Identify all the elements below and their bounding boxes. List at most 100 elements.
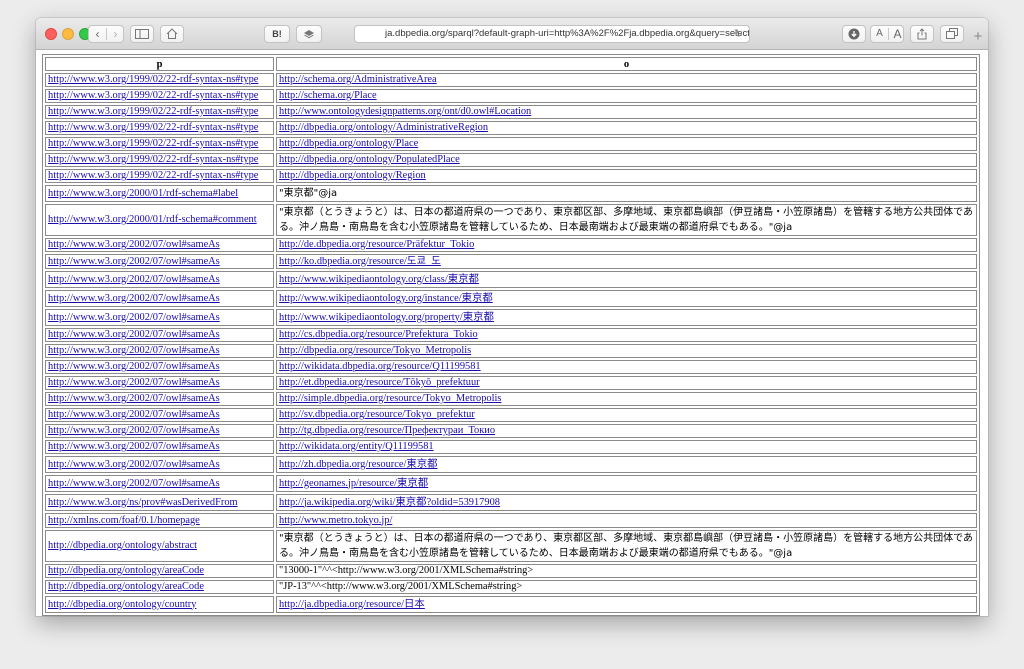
object-link[interactable]: http://cs.dbpedia.org/resource/Prefektur… [279,329,478,340]
share-button[interactable] [910,25,934,43]
text-smaller-button[interactable]: A [871,26,888,42]
object-link[interactable]: http://simple.dbpedia.org/resource/Tokyo… [279,393,501,404]
object-link[interactable]: http://wikidata.org/entity/Q11199581 [279,441,434,452]
predicate-link[interactable]: http://www.w3.org/2002/07/owl#sameAs [48,239,220,250]
predicate-link[interactable]: http://www.w3.org/1999/02/22-rdf-syntax-… [48,74,258,85]
extension-button[interactable] [296,25,322,43]
object-cell: http://schema.org/Place [276,89,977,103]
sidebar-button[interactable] [130,25,154,43]
table-row: http://dbpedia.org/ontology/country http… [45,596,977,613]
predicate-cell: http://www.w3.org/2002/07/owl#sameAs [45,440,274,454]
predicate-link[interactable]: http://www.w3.org/2002/07/owl#sameAs [48,478,220,489]
literal-value: "東京都（とうきょうと）は、日本の都道府県の一つであり、東京都区部、多摩地域、東… [279,207,973,233]
table-row: http://xmlns.com/foaf/0.1/homepage http:… [45,513,977,528]
sidebar-icon [135,29,149,39]
predicate-link[interactable]: http://www.w3.org/1999/02/22-rdf-syntax-… [48,90,258,101]
predicate-link[interactable]: http://www.w3.org/2002/07/owl#sameAs [48,312,220,323]
object-link[interactable]: http://schema.org/Place [279,90,377,101]
object-link[interactable]: http://dbpedia.org/ontology/Region [279,170,426,181]
predicate-cell: http://www.w3.org/2000/01/rdf-schema#lab… [45,185,274,202]
object-cell: "東京都（とうきょうと）は、日本の都道府県の一つであり、東京都区部、多摩地域、東… [276,530,977,562]
text-bigger-button[interactable]: A [889,26,906,42]
forward-icon[interactable]: › [107,26,124,42]
object-link[interactable]: http://geonames.jp/resource/東京都 [279,478,428,489]
tabs-overview-button[interactable] [940,25,964,43]
reload-icon[interactable]: ↻ [734,26,743,42]
predicate-link[interactable]: http://dbpedia.org/ontology/areaCode [48,565,204,576]
back-forward-group: ‹ › [88,25,124,43]
home-icon [166,28,178,39]
predicate-link[interactable]: http://www.w3.org/1999/02/22-rdf-syntax-… [48,154,258,165]
predicate-link[interactable]: http://www.w3.org/2002/07/owl#sameAs [48,274,220,285]
predicate-link[interactable]: http://dbpedia.org/ontology/abstract [48,540,197,551]
table-row: http://www.w3.org/2002/07/owl#sameAs htt… [45,290,977,307]
predicate-link[interactable]: http://www.w3.org/2002/07/owl#sameAs [48,293,220,304]
downloads-button[interactable] [842,25,866,43]
predicate-link[interactable]: http://www.w3.org/2002/07/owl#sameAs [48,409,220,420]
object-link[interactable]: http://ja.wikipedia.org/wiki/東京都?oldid=5… [279,497,500,508]
predicate-link[interactable]: http://www.w3.org/2000/01/rdf-schema#com… [48,214,257,225]
object-link[interactable]: http://www.ontologydesignpatterns.org/on… [279,106,531,117]
object-cell: http://www.wikipediaontology.org/propert… [276,309,977,326]
predicate-link[interactable]: http://www.w3.org/2002/07/owl#sameAs [48,377,220,388]
object-link[interactable]: http://schema.org/AdministrativeArea [279,74,437,85]
predicate-link[interactable]: http://www.w3.org/2002/07/owl#sameAs [48,361,220,372]
object-link[interactable]: http://tg.dbpedia.org/resource/Префектур… [279,425,495,436]
predicate-cell: http://www.w3.org/2002/07/owl#sameAs [45,456,274,473]
predicate-link[interactable]: http://dbpedia.org/ontology/areaCode [48,581,204,592]
object-link[interactable]: http://et.dbpedia.org/resource/Tōkyō_pre… [279,377,480,388]
object-link[interactable]: http://dbpedia.org/ontology/PopulatedPla… [279,154,460,165]
predicate-link[interactable]: http://www.w3.org/2002/07/owl#sameAs [48,256,220,267]
literal-value: "JP-13"^^<http://www.w3.org/2001/XMLSche… [279,581,523,592]
object-link[interactable]: http://sv.dbpedia.org/resource/Tokyo_pre… [279,409,475,420]
predicate-link[interactable]: http://www.w3.org/ns/prov#wasDerivedFrom [48,497,238,508]
predicate-link[interactable]: http://dbpedia.org/ontology/country [48,599,196,610]
predicate-cell: http://www.w3.org/2002/07/owl#sameAs [45,408,274,422]
object-cell: http://et.dbpedia.org/resource/Tōkyō_pre… [276,376,977,390]
predicate-link[interactable]: http://www.w3.org/1999/02/22-rdf-syntax-… [48,106,258,117]
predicate-cell: http://www.w3.org/2002/07/owl#sameAs [45,344,274,358]
object-cell: http://ja.dbpedia.org/resource/日本 [276,596,977,613]
object-link[interactable]: http://zh.dbpedia.org/resource/東京都 [279,459,438,470]
predicate-link[interactable]: http://www.w3.org/2002/07/owl#sameAs [48,393,220,404]
table-row: http://www.w3.org/1999/02/22-rdf-syntax-… [45,73,977,87]
predicate-cell: http://www.w3.org/1999/02/22-rdf-syntax-… [45,105,274,119]
new-tab-button[interactable]: + [968,24,988,50]
object-cell: http://www.wikipediaontology.org/class/東… [276,271,977,288]
object-link[interactable]: http://ko.dbpedia.org/resource/도쿄_도 [279,256,441,267]
predicate-link[interactable]: http://www.w3.org/2002/07/owl#sameAs [48,441,220,452]
predicate-link[interactable]: http://www.w3.org/2002/07/owl#sameAs [48,345,220,356]
results-table: p o http://www.w3.org/1999/02/22-rdf-syn… [42,54,980,616]
object-link[interactable]: http://www.metro.tokyo.jp/ [279,515,392,526]
object-link[interactable]: http://de.dbpedia.org/resource/Präfektur… [279,239,474,250]
table-header-row: p o [45,57,977,71]
object-cell: http://cs.dbpedia.org/resource/Prefektur… [276,328,977,342]
predicate-link[interactable]: http://www.w3.org/1999/02/22-rdf-syntax-… [48,138,258,149]
bookmark-extension-button[interactable]: B! [264,25,290,43]
object-link[interactable]: http://dbpedia.org/ontology/Place [279,138,418,149]
object-link[interactable]: http://www.wikipediaontology.org/propert… [279,312,494,323]
predicate-link[interactable]: http://www.w3.org/2002/07/owl#sameAs [48,459,220,470]
predicate-link[interactable]: http://www.w3.org/1999/02/22-rdf-syntax-… [48,170,258,181]
predicate-link[interactable]: http://www.w3.org/2002/07/owl#sameAs [48,425,220,436]
predicate-link[interactable]: http://www.w3.org/2002/07/owl#sameAs [48,329,220,340]
back-icon[interactable]: ‹ [89,26,106,42]
predicate-link[interactable]: http://xmlns.com/foaf/0.1/homepage [48,515,200,526]
object-link[interactable]: http://www.wikipediaontology.org/instanc… [279,293,493,304]
address-bar[interactable]: ja.dbpedia.org/sparql?default-graph-uri=… [354,25,750,43]
predicate-link[interactable]: http://www.w3.org/1999/02/22-rdf-syntax-… [48,122,258,133]
predicate-cell: http://www.w3.org/1999/02/22-rdf-syntax-… [45,89,274,103]
object-link[interactable]: http://ja.dbpedia.org/resource/日本 [279,599,425,610]
object-link[interactable]: http://www.wikipediaontology.org/class/東… [279,274,479,285]
table-row: http://www.w3.org/2002/07/owl#sameAs htt… [45,392,977,406]
object-link[interactable]: http://dbpedia.org/resource/Tokyo_Metrop… [279,345,471,356]
close-window-button[interactable] [45,28,57,40]
table-row: http://dbpedia.org/ontology/areaCode "13… [45,564,977,578]
predicate-cell: http://www.w3.org/1999/02/22-rdf-syntax-… [45,169,274,183]
home-button[interactable] [160,25,184,43]
predicate-link[interactable]: http://www.w3.org/2000/01/rdf-schema#lab… [48,188,238,199]
minimize-window-button[interactable] [62,28,74,40]
predicate-cell: http://www.w3.org/1999/02/22-rdf-syntax-… [45,121,274,135]
object-link[interactable]: http://wikidata.dbpedia.org/resource/Q11… [279,361,481,372]
object-link[interactable]: http://dbpedia.org/ontology/Administrati… [279,122,488,133]
